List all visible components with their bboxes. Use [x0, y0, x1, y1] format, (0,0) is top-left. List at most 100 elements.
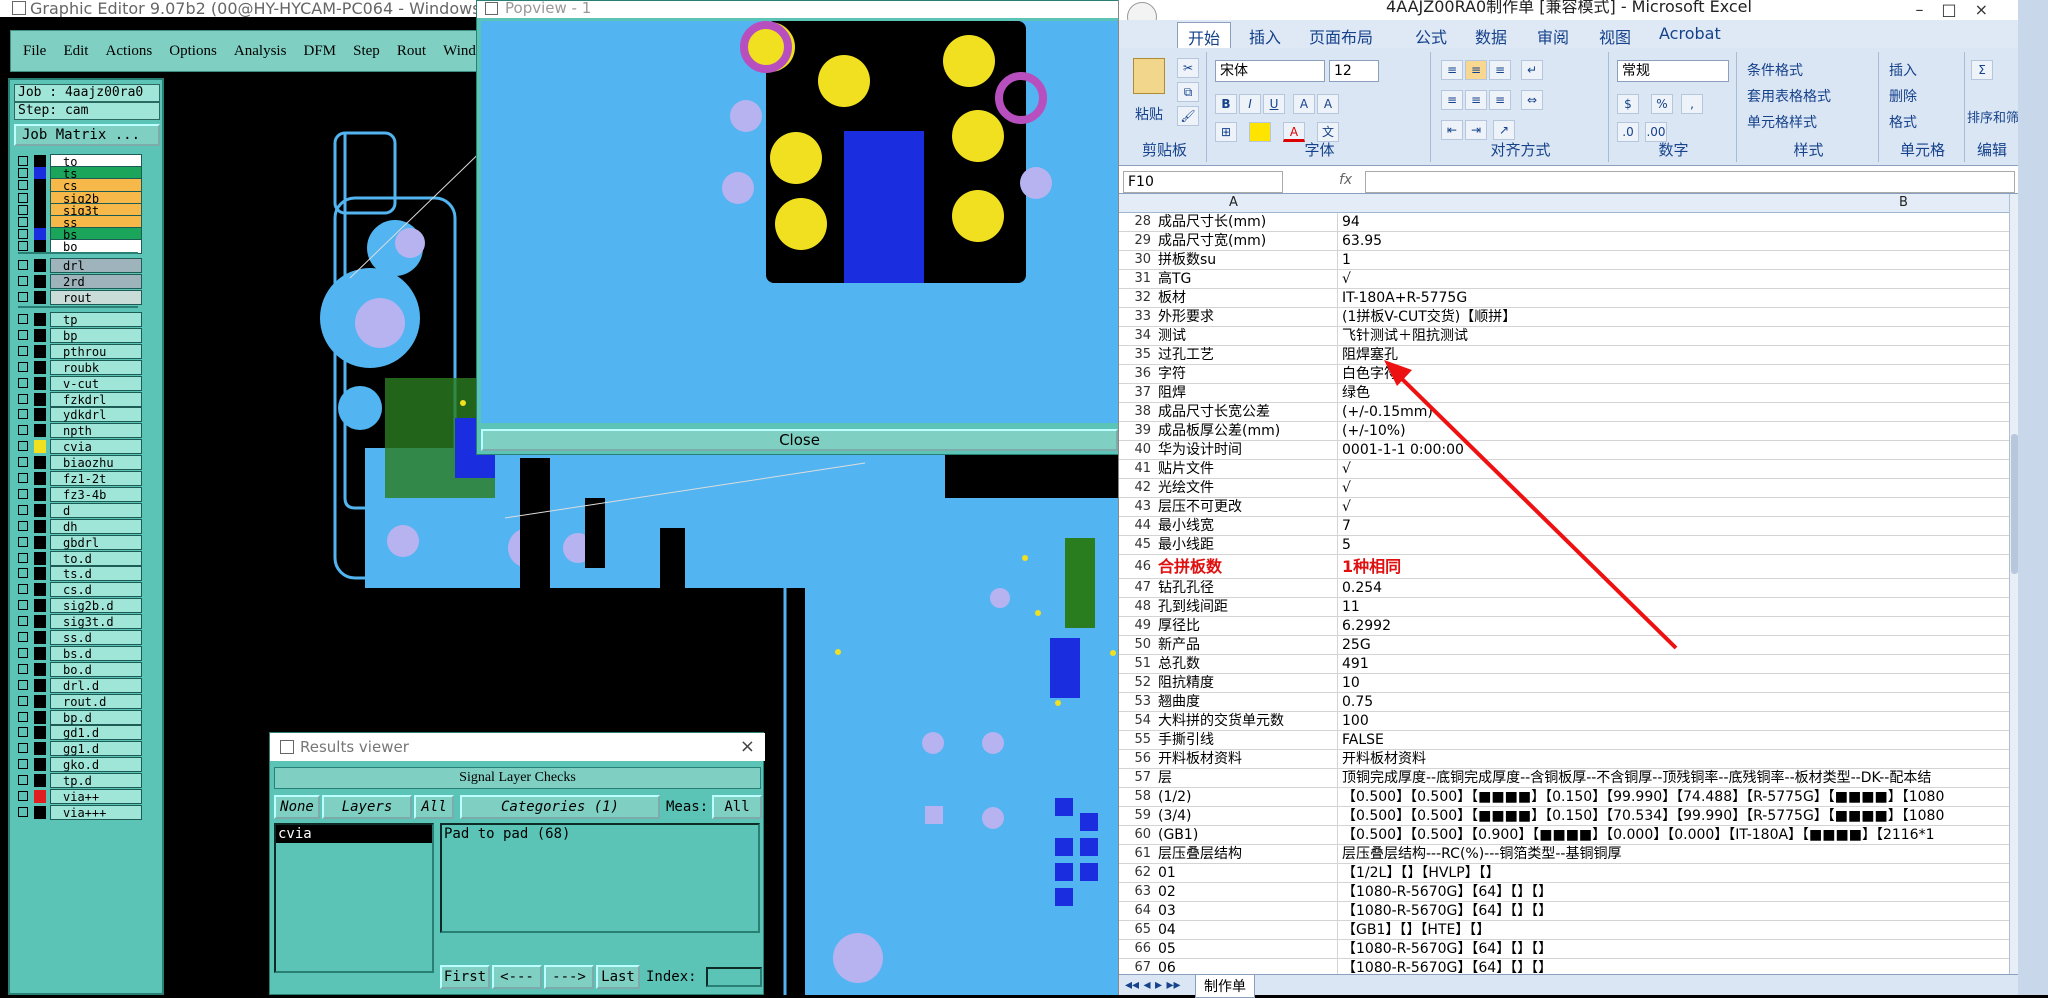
- cell-a[interactable]: 孔到线间距: [1155, 598, 1338, 616]
- layer-row-dh[interactable]: dh: [14, 518, 142, 534]
- close-icon[interactable]: ×: [740, 733, 755, 761]
- layer-checkbox[interactable]: [18, 520, 28, 531]
- cell-b[interactable]: 11: [1339, 598, 2009, 616]
- cell-b[interactable]: 0001-1-1 0:00:00: [1339, 441, 2009, 459]
- layer-checkbox[interactable]: [18, 204, 28, 215]
- layer-color-swatch[interactable]: [34, 376, 46, 390]
- cell-a[interactable]: 最小线宽: [1155, 517, 1338, 535]
- tab-page-layout[interactable]: 页面布局: [1309, 24, 1373, 48]
- layer-color-swatch[interactable]: [34, 758, 46, 772]
- layer-name[interactable]: drl.d: [50, 677, 142, 693]
- popview-canvas[interactable]: [481, 21, 1118, 423]
- layer-color-swatch[interactable]: [34, 646, 46, 660]
- row-number[interactable]: 41: [1119, 460, 1155, 478]
- list-item[interactable]: Pad to pad (68): [444, 825, 758, 843]
- layer-row-bp.d[interactable]: bp.d: [14, 709, 142, 725]
- layer-name[interactable]: fzkdrl: [50, 391, 142, 407]
- layer-row-via++[interactable]: via++: [14, 789, 142, 804]
- row-number[interactable]: 34: [1119, 327, 1155, 345]
- layer-row-npth[interactable]: npth: [14, 423, 142, 439]
- cell-a[interactable]: 字符: [1155, 365, 1338, 383]
- cell-a[interactable]: 贴片文件: [1155, 460, 1338, 478]
- tab-view[interactable]: 视图: [1599, 24, 1631, 48]
- layer-checkbox[interactable]: [18, 393, 28, 404]
- category-result-list[interactable]: Pad to pad (68): [440, 823, 760, 933]
- menu-options[interactable]: Options: [169, 31, 217, 71]
- layer-checkbox[interactable]: [18, 409, 28, 420]
- layer-name[interactable]: via+++: [50, 804, 142, 820]
- cell-a[interactable]: 层压叠层结构: [1155, 845, 1338, 863]
- cell-b[interactable]: (1拼板V-CUT交货)【顺拼】: [1339, 308, 2009, 326]
- layer-name[interactable]: ydkdrl: [50, 407, 142, 423]
- layer-row-via+++[interactable]: via+++: [14, 804, 142, 820]
- row-number[interactable]: 65: [1119, 921, 1155, 939]
- layer-name[interactable]: rout: [50, 290, 142, 305]
- layer-name[interactable]: ts.d: [50, 566, 142, 582]
- col-header-a[interactable]: A: [1229, 195, 1238, 210]
- window-controls[interactable]: –□×: [1915, 0, 2006, 19]
- layer-checkbox[interactable]: [18, 260, 28, 270]
- cell-a[interactable]: 最小线距: [1155, 536, 1338, 554]
- cell-a[interactable]: 开料板材资料: [1155, 750, 1338, 768]
- cell-a[interactable]: 阻抗精度: [1155, 674, 1338, 692]
- cell-b[interactable]: 顶铜完成厚度--底铜完成厚度--含铜板厚--不含铜厚--顶残铜率--底残铜率--…: [1339, 769, 2009, 787]
- cell-a[interactable]: 合拼板数: [1155, 555, 1338, 578]
- menu-dfm[interactable]: DFM: [304, 31, 337, 71]
- row-number[interactable]: 54: [1119, 712, 1155, 730]
- row-number[interactable]: 38: [1119, 403, 1155, 421]
- layer-row-tp[interactable]: tp: [14, 312, 142, 327]
- cell-b[interactable]: 5: [1339, 536, 2009, 554]
- layer-name[interactable]: bo.d: [50, 661, 142, 677]
- layer-checkbox[interactable]: [18, 711, 28, 722]
- decrease-indent-icon[interactable]: ⇤: [1441, 120, 1463, 140]
- popview-close-button[interactable]: Close: [481, 429, 1118, 451]
- layer-name[interactable]: sig2b.d: [50, 598, 142, 614]
- layer-checkbox[interactable]: [18, 168, 28, 179]
- cell-a[interactable]: 过孔工艺: [1155, 346, 1338, 364]
- cell-a[interactable]: 成品板厚公差(mm): [1155, 422, 1338, 440]
- menu-analysis[interactable]: Analysis: [234, 31, 287, 71]
- layer-color-swatch[interactable]: [34, 535, 46, 549]
- conditional-format-button[interactable]: 条件格式: [1747, 60, 1803, 80]
- layer-row-2rd[interactable]: 2rd: [14, 274, 142, 289]
- cell-b[interactable]: 【1080-R-5670G】【64】【】【】: [1339, 883, 2009, 901]
- insert-cells-button[interactable]: 插入: [1889, 60, 1917, 80]
- meas-select[interactable]: All: [712, 795, 762, 819]
- layer-color-swatch[interactable]: [34, 472, 46, 485]
- menu-file[interactable]: File: [23, 31, 46, 71]
- layer-color-swatch[interactable]: [34, 599, 46, 613]
- cell-b[interactable]: 491: [1339, 655, 2009, 673]
- cell-b[interactable]: √: [1339, 498, 2009, 516]
- underline-icon[interactable]: U: [1263, 94, 1285, 114]
- layer-row-gbdrl[interactable]: gbdrl: [14, 534, 142, 550]
- layer-row-ss.d[interactable]: ss.d: [14, 630, 142, 645]
- row-number[interactable]: 63: [1119, 883, 1155, 901]
- layer-row-bo.d[interactable]: bo.d: [14, 661, 142, 677]
- layer-checkbox[interactable]: [18, 361, 28, 372]
- align-right-icon[interactable]: ≡: [1489, 90, 1511, 110]
- comma-icon[interactable]: ,: [1681, 94, 1703, 114]
- cell-b[interactable]: 1: [1339, 251, 2009, 269]
- cell-b[interactable]: 【0.500】【0.500】【■■■■】【0.150】【70.534】【99.9…: [1339, 807, 2009, 825]
- layer-color-swatch[interactable]: [34, 313, 46, 326]
- layer-name[interactable]: bp.d: [50, 709, 142, 725]
- layer-checkbox[interactable]: [18, 504, 28, 515]
- layer-checkbox[interactable]: [18, 536, 28, 547]
- layer-row-ydkdrl[interactable]: ydkdrl: [14, 407, 142, 423]
- layer-row-sig2b.d[interactable]: sig2b.d: [14, 598, 142, 614]
- layer-row-d[interactable]: d: [14, 502, 142, 518]
- layer-checkbox[interactable]: [18, 552, 28, 563]
- layer-color-swatch[interactable]: [34, 567, 46, 581]
- layer-name[interactable]: dh: [50, 518, 142, 534]
- layer-row-fz1-2t[interactable]: fz1-2t: [14, 471, 142, 486]
- cell-a[interactable]: 手撕引线: [1155, 731, 1338, 749]
- cell-a[interactable]: 成品尺寸宽(mm): [1155, 232, 1338, 250]
- layer-name[interactable]: npth: [50, 423, 142, 439]
- row-number[interactable]: 64: [1119, 902, 1155, 920]
- layer-color-swatch[interactable]: [34, 710, 46, 724]
- cell-b[interactable]: √: [1339, 270, 2009, 288]
- cell-a[interactable]: 高TG: [1155, 270, 1338, 288]
- layer-name[interactable]: tp.d: [50, 773, 142, 789]
- layer-row-gko.d[interactable]: gko.d: [14, 757, 142, 773]
- cell-a[interactable]: (1/2): [1155, 788, 1338, 806]
